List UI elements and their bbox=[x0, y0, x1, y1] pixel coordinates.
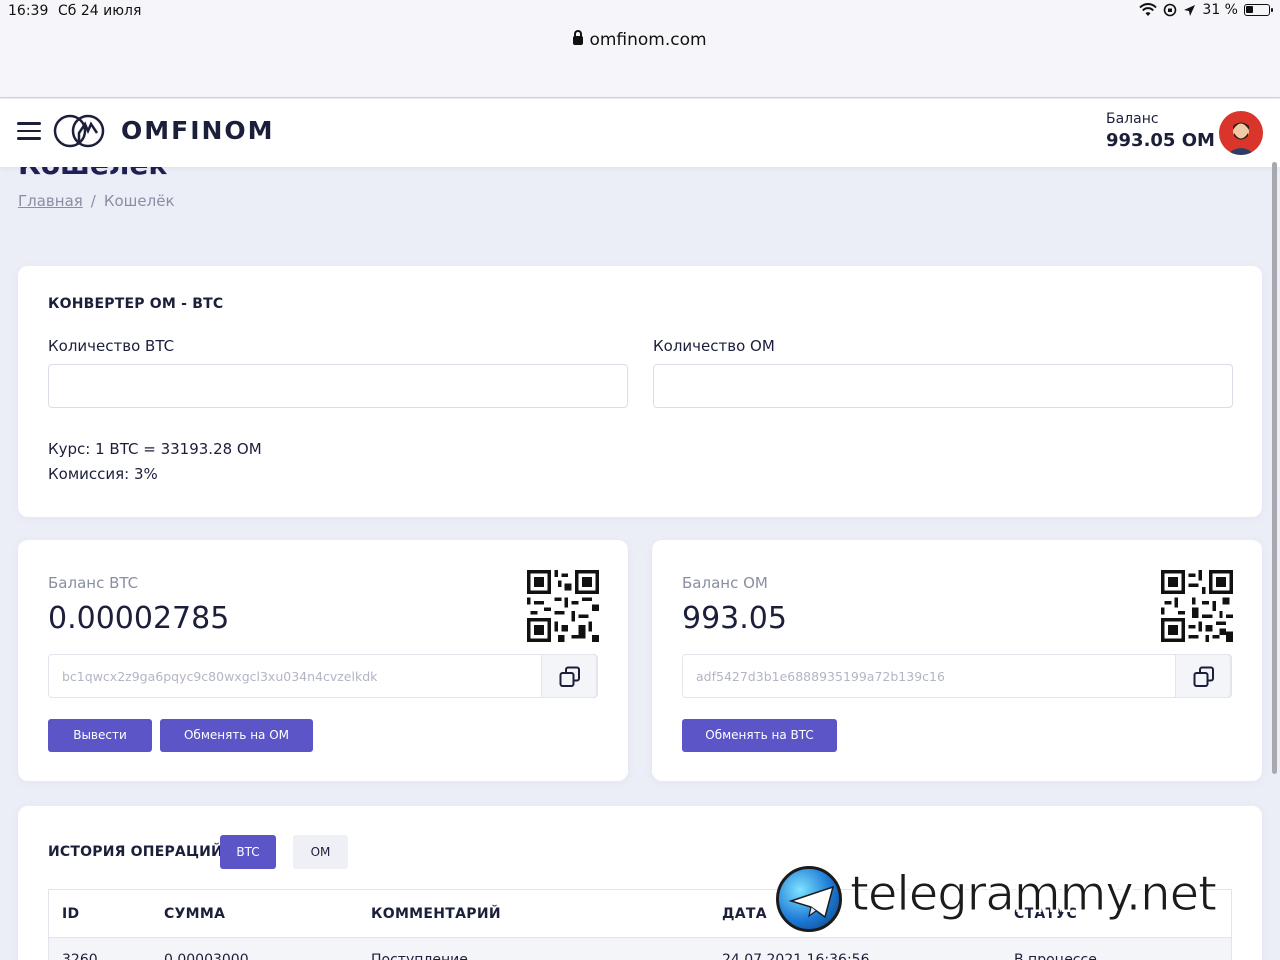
withdraw-button[interactable]: Вывести bbox=[48, 719, 152, 752]
btc-amount-input[interactable] bbox=[48, 364, 628, 408]
converter-card: КОНВЕРТЕР OM - BTC Количество BTC Количе… bbox=[18, 266, 1262, 517]
user-avatar-icon bbox=[1227, 122, 1255, 155]
btc-amount-label: Количество BTC bbox=[48, 337, 175, 355]
tab-btc[interactable]: BTC bbox=[220, 835, 276, 869]
url-text: omfinom.com bbox=[589, 30, 707, 50]
column-header-comment[interactable]: КОММЕНТАРИЙ bbox=[371, 906, 501, 922]
om-copy-button[interactable] bbox=[1175, 654, 1231, 698]
om-balance-label: Баланс OM bbox=[682, 574, 768, 592]
exchange-to-btc-button[interactable]: Обменять на BTC bbox=[682, 719, 837, 752]
tab-om[interactable]: OM bbox=[293, 835, 348, 869]
paper-plane-icon bbox=[789, 885, 835, 919]
location-icon bbox=[1184, 4, 1196, 16]
btc-balance-card: Баланс BTC 0.00002785 bc1qwcx2z9ga6pqyc9… bbox=[18, 540, 628, 781]
screen-lock-icon bbox=[1164, 3, 1177, 17]
scrollbar[interactable] bbox=[1272, 162, 1277, 774]
commission-text: Комиссия: 3% bbox=[48, 465, 158, 483]
watermark: telegrammy.net bbox=[776, 866, 1266, 936]
btc-address[interactable]: bc1qwcx2z9ga6pqyc9c80wxgcl3xu034n4cvzelk… bbox=[62, 669, 377, 684]
om-address-group: adf5427d3b1e6888935199a72b139c16 bbox=[682, 654, 1232, 698]
address-bar[interactable]: omfinom.com bbox=[0, 30, 1280, 50]
column-header-id[interactable]: ID bbox=[62, 906, 79, 922]
btc-qr-code-icon[interactable] bbox=[527, 570, 599, 642]
copy-icon bbox=[1193, 666, 1214, 687]
breadcrumb: Главная / Кошелёк bbox=[18, 192, 175, 210]
lock-icon bbox=[573, 30, 584, 45]
column-header-date[interactable]: ДАТА bbox=[722, 906, 767, 922]
om-amount-label: Количество OM bbox=[653, 337, 775, 355]
battery-percent: 31 % bbox=[1202, 2, 1238, 18]
telegram-globe-icon bbox=[776, 866, 842, 932]
cell-date: 24.07.2021 16:36:56 bbox=[722, 952, 870, 960]
avatar[interactable] bbox=[1219, 111, 1263, 155]
breadcrumb-separator: / bbox=[90, 192, 96, 210]
status-date: Сб 24 июля bbox=[58, 3, 142, 19]
cell-comment: Поступление bbox=[371, 952, 468, 960]
breadcrumb-home-link[interactable]: Главная bbox=[18, 192, 83, 210]
cell-status: В процессе bbox=[1014, 952, 1097, 960]
column-header-amount[interactable]: СУММА bbox=[164, 906, 225, 922]
logo-text[interactable]: OMFINOM bbox=[121, 116, 275, 145]
cell-amount: 0.00003000 bbox=[164, 952, 249, 960]
btc-copy-button[interactable] bbox=[541, 654, 597, 698]
header-balance-value: 993.05 OM bbox=[1106, 130, 1215, 151]
converter-title: КОНВЕРТЕР OM - BTC bbox=[48, 296, 224, 312]
om-balance-amount: 993.05 bbox=[682, 601, 787, 636]
exchange-rate: Курс: 1 BTC = 33193.28 OM bbox=[48, 440, 262, 458]
breadcrumb-current: Кошелёк bbox=[103, 192, 175, 210]
wifi-icon bbox=[1139, 3, 1158, 16]
om-qr-code-icon[interactable] bbox=[1161, 570, 1233, 642]
om-amount-input[interactable] bbox=[653, 364, 1233, 408]
table-row[interactable]: 3260 0.00003000 Поступление 24.07.2021 1… bbox=[49, 938, 1231, 960]
om-address[interactable]: adf5427d3b1e6888935199a72b139c16 bbox=[696, 669, 945, 684]
status-indicators: 31 % bbox=[1139, 2, 1273, 18]
btc-address-group: bc1qwcx2z9ga6pqyc9c80wxgcl3xu034n4cvzelk… bbox=[48, 654, 598, 698]
battery-level bbox=[1246, 6, 1253, 13]
btc-balance-amount: 0.00002785 bbox=[48, 601, 230, 636]
status-time: 16:39 bbox=[8, 3, 49, 19]
om-balance-card: Баланс OM 993.05 adf5427d3b1e6888935199a… bbox=[652, 540, 1262, 781]
battery-icon bbox=[1244, 4, 1273, 16]
exchange-to-om-button[interactable]: Обменять на OM bbox=[160, 719, 313, 752]
copy-icon bbox=[559, 666, 580, 687]
btc-balance-label: Баланс BTC bbox=[48, 574, 139, 592]
menu-icon[interactable] bbox=[17, 122, 41, 142]
app-header: OMFINOM Баланс 993.05 OM bbox=[0, 99, 1280, 167]
history-title: ИСТОРИЯ ОПЕРАЦИЙ bbox=[48, 844, 223, 860]
watermark-text: telegrammy.net bbox=[850, 866, 1218, 923]
browser-top-bar: 16:39 Сб 24 июля 31 % omfinom.com bbox=[0, 0, 1280, 98]
logo-icon[interactable] bbox=[52, 111, 106, 151]
header-balance-label: Баланс bbox=[1106, 111, 1159, 127]
cell-id: 3260 bbox=[62, 952, 98, 960]
